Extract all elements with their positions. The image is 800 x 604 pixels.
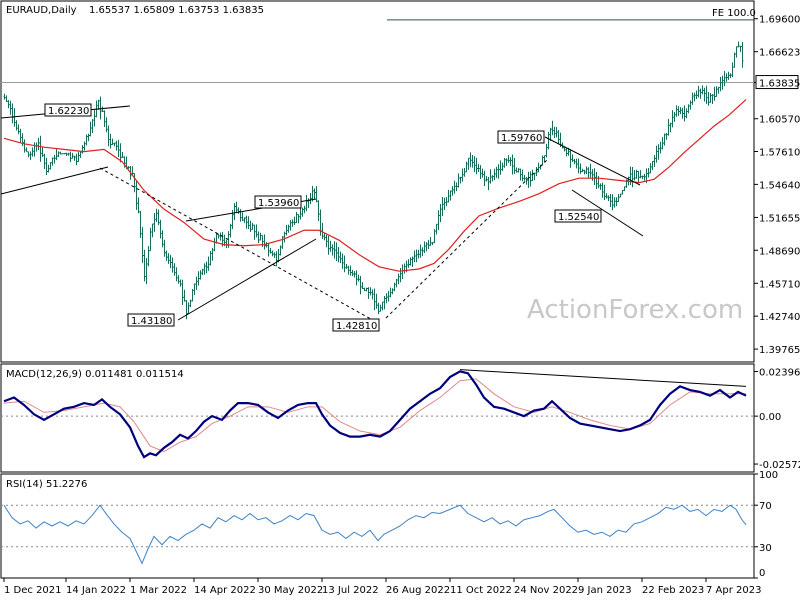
date-axis-label: 1 Dec 2021 [4,585,62,596]
price-axis-label: 1.60570 [759,115,800,126]
rsi-panel-frame [0,473,755,579]
price-axis-label: 1.54640 [759,180,800,191]
price-label-text: 1.62230 [48,106,89,117]
rsi-axis-label: 30 [759,543,772,554]
date-axis-label: 14 Jan 2022 [66,585,126,596]
fe-level-label: FE 100.0 [712,8,756,19]
price-axis-label: 1.57610 [759,147,800,158]
date-axis-label: 9 Jan 2023 [578,585,632,596]
chart-window: ActionForex.com EURAUD,Daily 1.65537 1.6… [0,0,800,600]
ohlc-readout: 1.65537 1.65809 1.63753 1.63835 [89,5,264,16]
price-axis-label: 1.39765 [759,345,800,356]
date-axis-label: 22 Feb 2023 [642,585,704,596]
macd-axis-label: 0.00 [759,412,781,423]
price-label-text: 1.53960 [258,198,299,209]
price-label-text: 1.59760 [501,133,542,144]
date-axis-label: 26 Aug 2022 [386,585,450,596]
price-axis-label: 1.66623 [759,48,800,59]
macd-axis-label: 0.023963 [759,368,800,379]
symbol-title: EURAUD,Daily [6,5,77,16]
rsi-axis-label: 100 [759,470,778,481]
price-axis-label: 1.48690 [759,246,800,257]
rsi-axis-label: 0 [759,568,765,579]
watermark-text: ActionForex.com [527,295,743,325]
price-label-text: 1.43180 [131,316,172,327]
rsi-axis-label: 70 [759,501,772,512]
price-axis-label: 1.45710 [759,279,800,290]
current-price-label: 1.63835 [759,79,800,90]
price-axis-label: 1.42740 [759,312,800,323]
date-axis-label: 30 May 2022 [258,585,323,596]
date-axis-label: 11 Oct 2022 [450,585,512,596]
date-axis-label: 14 Apr 2022 [194,585,256,596]
date-axis-label: 24 Nov 2022 [514,585,578,596]
price-label-text: 1.42810 [336,321,377,332]
date-axis-label: 13 Jul 2022 [322,585,379,596]
date-axis-label: 7 Apr 2023 [706,585,761,596]
macd-title: MACD(12,26,9) 0.011481 0.011514 [6,369,184,380]
chart-canvas: ActionForex.com EURAUD,Daily 1.65537 1.6… [0,0,800,596]
date-axis-label: 1 Mar 2022 [130,585,187,596]
price-axis-label: 1.51655 [759,213,800,224]
rsi-title: RSI(14) 51.2276 [6,479,87,490]
price-label-text: 1.52540 [558,212,599,223]
price-axis-label: 1.69600 [759,15,800,26]
